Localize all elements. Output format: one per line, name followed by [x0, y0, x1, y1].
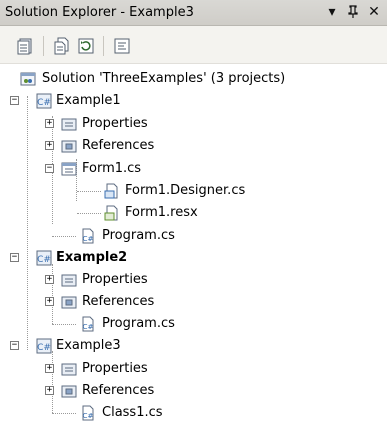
tree-item-form1-designer[interactable]: Form1.Designer.cs [0, 181, 387, 202]
project-label: Example1 [56, 93, 121, 108]
tree-guide-line [52, 236, 76, 237]
csharp-project-icon: C# [36, 338, 52, 354]
csharp-file-icon [104, 183, 118, 199]
tree-item-program[interactable]: C# Program.cs [0, 314, 387, 335]
tree-item-solution[interactable]: Solution 'ThreeExamples' (3 projects) [0, 69, 387, 90]
tree-item-properties[interactable]: + Properties [0, 359, 387, 380]
window-title: Solution Explorer - Example3 [5, 5, 194, 20]
tree-item-program[interactable]: C# Program.cs [0, 226, 387, 247]
tree-guide-line [52, 324, 76, 325]
svg-text:C#: C# [37, 98, 51, 108]
tree-item-form1-resx[interactable]: Form1.resx [0, 203, 387, 224]
form-label: Form1.cs [82, 161, 142, 176]
tree-item-properties[interactable]: + Properties [0, 270, 387, 291]
csharp-project-icon: C# [36, 93, 52, 109]
svg-text:C#: C# [83, 412, 94, 420]
resx-file-icon [104, 205, 118, 221]
properties-icon[interactable] [16, 36, 36, 56]
properties-folder-icon [61, 363, 77, 376]
svg-text:C#: C# [83, 323, 94, 331]
properties-folder-icon [61, 274, 77, 287]
collapse-toggle[interactable]: − [10, 341, 19, 350]
expand-toggle[interactable]: + [45, 297, 54, 306]
tree-item-references[interactable]: + References [0, 292, 387, 313]
collapse-toggle[interactable]: − [10, 96, 19, 105]
auto-hide-pin-icon[interactable] [344, 3, 362, 21]
view-code-icon[interactable] [112, 36, 132, 56]
tree-item-project-example1[interactable]: − C# Example1 [0, 91, 387, 112]
properties-label: Properties [82, 361, 148, 376]
program-label: Program.cs [102, 228, 175, 243]
expand-toggle[interactable]: + [45, 364, 54, 373]
tree-guide-line [77, 213, 101, 214]
refresh-icon[interactable] [76, 36, 96, 56]
solution-icon [20, 72, 36, 86]
form-resx-label: Form1.resx [125, 205, 198, 220]
title-bar: Solution Explorer - Example3 ▾ ✕ [0, 0, 387, 26]
expand-toggle[interactable]: + [45, 141, 54, 150]
svg-text:C#: C# [83, 235, 94, 243]
toolbar [0, 26, 387, 64]
references-folder-icon [61, 140, 77, 153]
tree-guide-line [77, 191, 101, 192]
collapse-toggle[interactable]: − [10, 253, 19, 262]
references-folder-icon [61, 296, 77, 309]
csharp-file-icon: C# [82, 405, 94, 421]
program-label: Program.cs [102, 316, 175, 331]
tree-item-project-example2[interactable]: − C# Example2 [0, 248, 387, 269]
properties-label: Properties [82, 116, 148, 131]
tree-item-properties[interactable]: + Properties [0, 114, 387, 135]
collapse-toggle[interactable]: − [45, 164, 54, 173]
svg-text:C#: C# [37, 255, 51, 265]
solution-tree: Solution 'ThreeExamples' (3 projects) − … [0, 64, 387, 429]
references-label: References [82, 294, 155, 309]
csharp-file-icon: C# [82, 228, 94, 244]
expand-toggle[interactable]: + [45, 119, 54, 128]
references-label: References [82, 138, 155, 153]
properties-folder-icon [61, 118, 77, 131]
toolbar-separator [43, 36, 44, 56]
tree-item-class1[interactable]: C# Class1.cs [0, 403, 387, 424]
form-designer-label: Form1.Designer.cs [125, 183, 246, 198]
expand-toggle[interactable]: + [45, 386, 54, 395]
form-icon [61, 162, 77, 176]
class-label: Class1.cs [102, 405, 163, 420]
window-position-dropdown-icon[interactable]: ▾ [323, 3, 341, 21]
csharp-file-icon: C# [82, 316, 94, 332]
toolbar-separator [103, 36, 104, 56]
tree-item-references[interactable]: + References [0, 136, 387, 157]
project-label: Example3 [56, 338, 121, 353]
tree-item-references[interactable]: + References [0, 381, 387, 402]
show-all-files-icon[interactable] [52, 36, 72, 56]
solution-explorer-window: Solution Explorer - Example3 ▾ ✕ Solutio… [0, 0, 387, 429]
close-icon[interactable]: ✕ [365, 3, 383, 21]
expand-toggle[interactable]: + [45, 275, 54, 284]
solution-label: Solution 'ThreeExamples' (3 projects) [42, 71, 286, 86]
svg-text:C#: C# [37, 343, 51, 353]
references-label: References [82, 383, 155, 398]
tree-item-form1[interactable]: − Form1.cs [0, 159, 387, 180]
references-folder-icon [61, 385, 77, 398]
csharp-project-icon: C# [36, 250, 52, 266]
tree-guide-line [52, 413, 76, 414]
tree-item-project-example3[interactable]: − C# Example3 [0, 336, 387, 357]
properties-label: Properties [82, 272, 148, 287]
project-label: Example2 [56, 250, 128, 265]
